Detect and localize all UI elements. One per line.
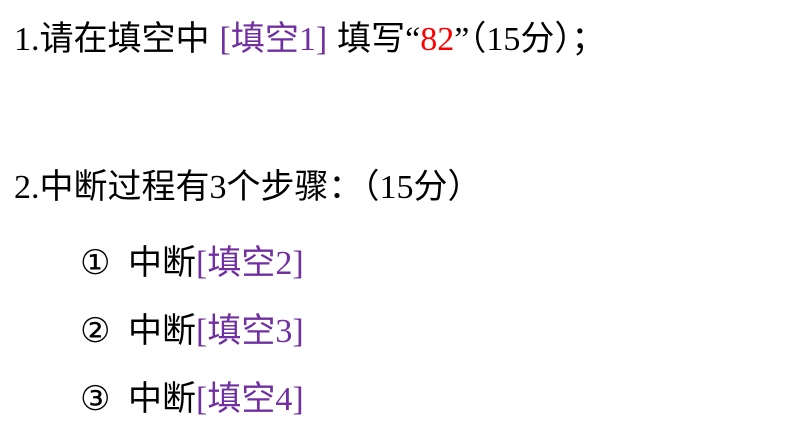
step-2-label: 中断 <box>128 313 196 350</box>
step-3-label: 中断 <box>128 381 196 418</box>
step-2: ② 中断[填空3] <box>80 312 304 352</box>
open-quote: “ <box>405 21 421 58</box>
blank-1[interactable]: [填空1] <box>220 21 328 58</box>
blank-2[interactable]: [填空2] <box>196 245 304 282</box>
blank-3[interactable]: [填空3] <box>196 313 304 350</box>
close-quote: ” <box>454 21 470 58</box>
question-1-prefix: 请在填空中 <box>39 21 210 58</box>
step-2-marker: ② <box>80 313 111 350</box>
step-3-marker: ③ <box>80 381 111 418</box>
question-1-number: 1. <box>14 21 40 58</box>
step-1-marker: ① <box>80 245 111 282</box>
question-2-number: 2. <box>14 169 40 206</box>
step-1: ① 中断[填空2] <box>80 244 304 284</box>
question-1-score: （15分）； <box>469 21 606 58</box>
question-1-verb: 填写 <box>337 21 406 58</box>
question-1: 1.请在填空中 [填空1] 填写“82”（15分）； <box>14 20 605 60</box>
question-2: 2.中断过程有3个步骤：（15分） <box>14 168 482 208</box>
step-1-label: 中断 <box>128 245 196 282</box>
question-2-text: 中断过程有3个步骤：（15分） <box>39 169 482 206</box>
blank-4[interactable]: [填空4] <box>196 381 304 418</box>
step-3: ③ 中断[填空4] <box>80 380 304 420</box>
answer-value: 82 <box>420 21 455 58</box>
